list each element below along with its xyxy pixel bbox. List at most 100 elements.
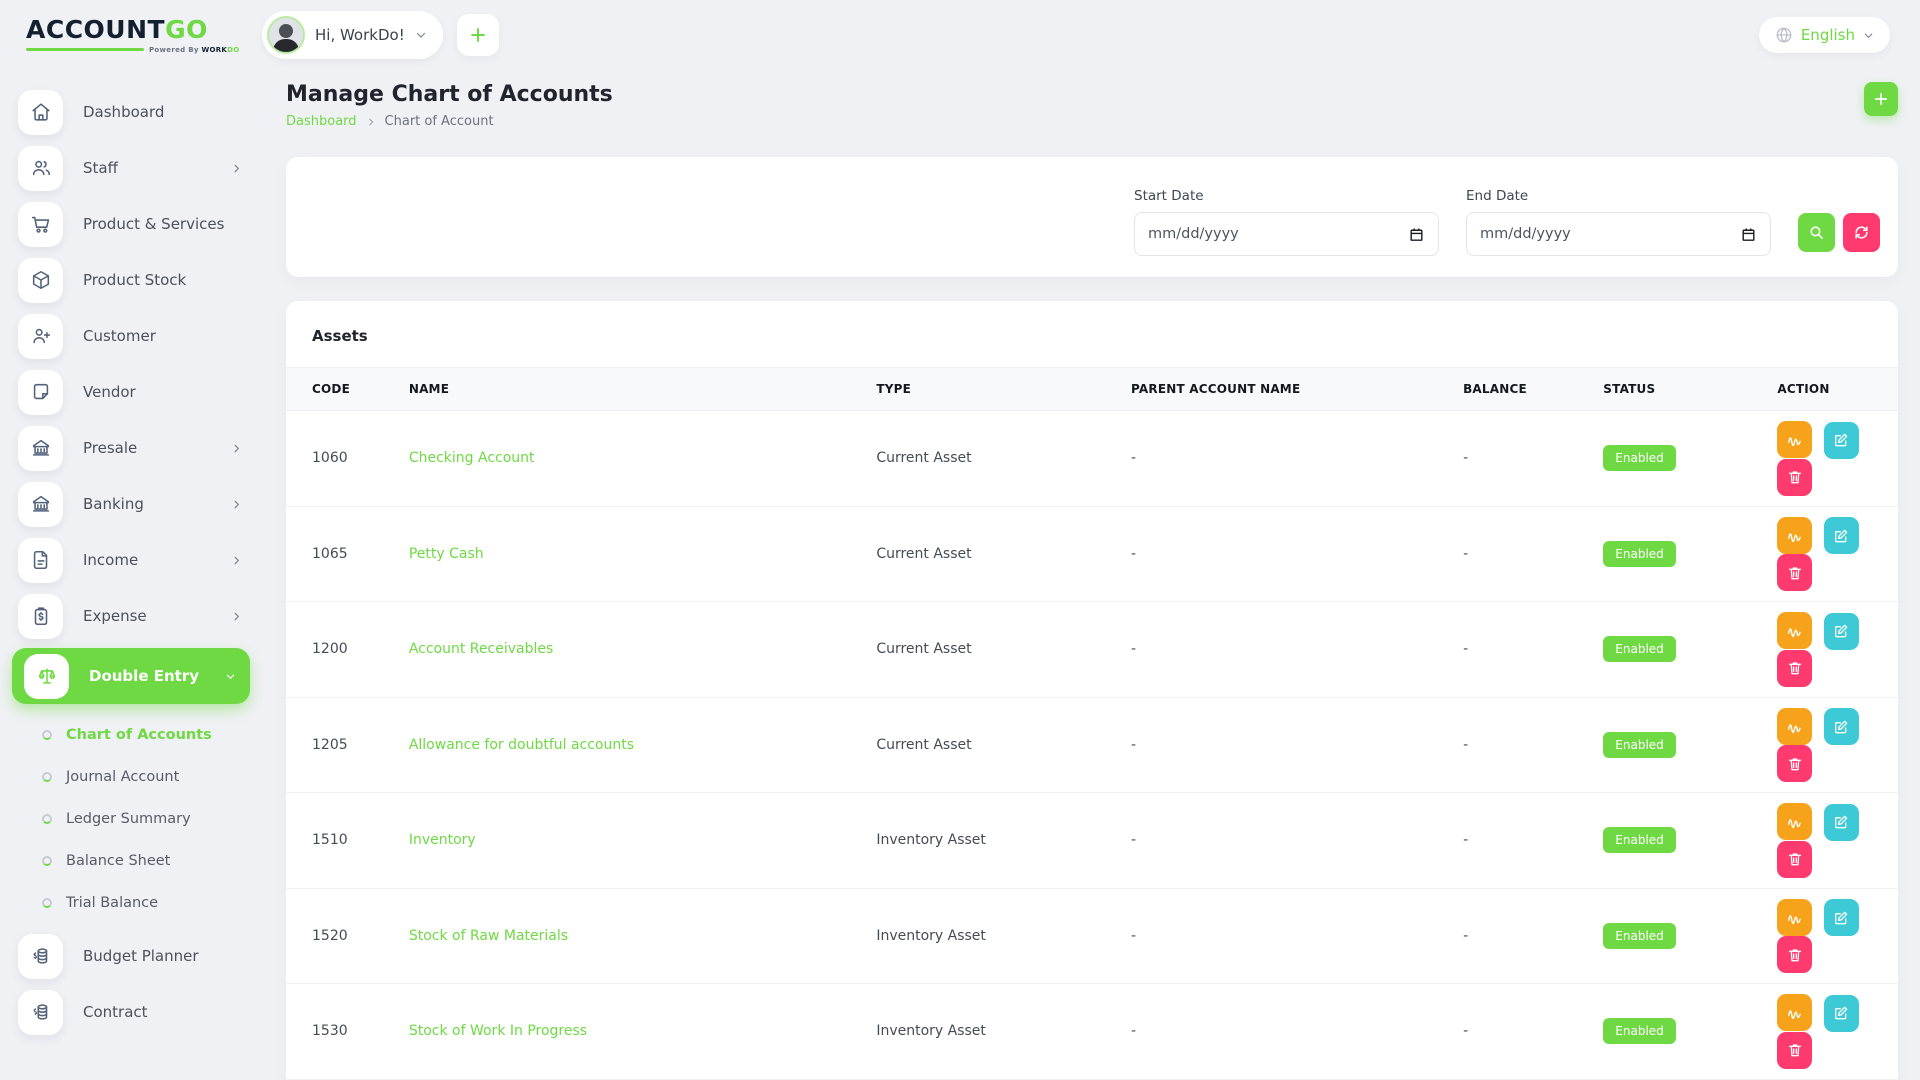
edit-button[interactable] [1824,613,1859,650]
bullet-ring-icon [42,814,52,824]
language-selector[interactable]: English [1759,17,1890,53]
accounts-table: CODE NAME TYPE PARENT ACCOUNT NAME BALAN… [286,367,1898,1080]
account-code: 1530 [286,984,399,1080]
sidebar-item-contract[interactable]: Contract [0,984,262,1040]
transactions-button[interactable] [1777,803,1812,840]
sidebar-item-customer[interactable]: Customer [0,308,262,364]
edit-button[interactable] [1824,995,1859,1032]
edit-button[interactable] [1824,422,1859,459]
reset-filter-button[interactable] [1843,213,1880,252]
account-name-link[interactable]: Petty Cash [409,546,484,562]
transactions-button[interactable] [1777,517,1812,554]
activity-icon [1786,718,1803,735]
edit-button[interactable] [1824,899,1859,936]
submenu-balance-sheet[interactable]: Balance Sheet [0,840,262,882]
search-icon [1808,224,1825,241]
account-name-link[interactable]: Inventory [409,832,476,848]
breadcrumb-dashboard-link[interactable]: Dashboard [286,114,357,129]
sidebar-item-budget-planner[interactable]: Budget Planner [0,928,262,984]
table-row: 1510 Inventory Inventory Asset - - Enabl… [286,793,1898,889]
delete-button[interactable] [1777,1032,1812,1069]
table-header-row: CODE NAME TYPE PARENT ACCOUNT NAME BALAN… [286,368,1898,411]
chevron-right-icon [231,163,242,174]
edit-button[interactable] [1824,804,1859,841]
refresh-icon [1853,224,1870,241]
delete-button[interactable] [1777,459,1812,496]
activity-icon [1786,1004,1803,1021]
col-parent: PARENT ACCOUNT NAME [1121,368,1453,411]
col-action: ACTION [1767,368,1898,411]
submenu-ledger-summary[interactable]: Ledger Summary [0,798,262,840]
activity-icon [1786,909,1803,926]
transactions-button[interactable] [1777,994,1812,1031]
start-date-input[interactable]: mm/dd/yyyy [1134,212,1439,256]
delete-button[interactable] [1777,745,1812,782]
account-name-link[interactable]: Allowance for doubtful accounts [409,737,634,753]
account-code: 1510 [286,793,399,889]
account-type: Current Asset [866,411,1121,507]
sidebar-item-income[interactable]: Income [0,532,262,588]
delete-button[interactable] [1777,841,1812,878]
sidebar-item-product-stock[interactable]: Product Stock [0,252,262,308]
sidebar-item-product-services[interactable]: Product & Services [0,196,262,252]
section-title: Assets [286,327,1898,367]
sidebar-item-banking[interactable]: Banking [0,476,262,532]
activity-icon [1786,813,1803,830]
account-name-link[interactable]: Stock of Raw Materials [409,928,568,944]
col-status: STATUS [1593,368,1767,411]
edit-button[interactable] [1824,708,1859,745]
col-type: TYPE [866,368,1121,411]
end-date-input[interactable]: mm/dd/yyyy [1466,212,1771,256]
transactions-button[interactable] [1777,612,1812,649]
table-row: 1065 Petty Cash Current Asset - - Enable… [286,506,1898,602]
account-name-link[interactable]: Account Receivables [409,641,553,657]
apply-filter-button[interactable] [1798,213,1835,252]
activity-icon [1786,431,1803,448]
logo-text: ACCOUNTGO [26,17,262,42]
sidebar-item-expense[interactable]: Expense [0,588,262,644]
sidebar: Dashboard Staff Product & Services Produ… [0,70,262,1080]
transactions-button[interactable] [1777,708,1812,745]
submenu-trial-balance[interactable]: Trial Balance [0,882,262,924]
logo-underline [26,48,144,51]
sidebar-item-vendor[interactable]: Vendor [0,364,262,420]
delete-button[interactable] [1777,650,1812,687]
app-logo[interactable]: ACCOUNTGO Powered By WORKDO [0,17,262,54]
account-balance: - [1453,697,1593,793]
sidebar-item-double-entry[interactable]: Double Entry [12,648,250,704]
edit-icon [1833,814,1849,830]
accounts-table-body: 1060 Checking Account Current Asset - - … [286,411,1898,1080]
account-balance: - [1453,411,1593,507]
create-account-button[interactable] [1864,82,1898,116]
delete-button[interactable] [1777,554,1812,591]
account-code: 1520 [286,888,399,984]
edit-button[interactable] [1824,517,1859,554]
account-type: Inventory Asset [866,793,1121,889]
sidebar-item-presale[interactable]: Presale [0,420,262,476]
account-balance: - [1453,602,1593,698]
status-badge: Enabled [1603,732,1676,758]
transactions-button[interactable] [1777,899,1812,936]
bank-icon [18,482,63,527]
quick-add-button[interactable] [457,14,499,56]
account-code: 1200 [286,602,399,698]
user-menu[interactable]: Hi, WorkDo! [262,11,443,59]
transactions-button[interactable] [1777,421,1812,458]
table-row: 1530 Stock of Work In Progress Inventory… [286,984,1898,1080]
account-code: 1060 [286,411,399,507]
account-name-link[interactable]: Checking Account [409,450,535,466]
bullet-ring-icon [42,898,52,908]
sidebar-item-dashboard[interactable]: Dashboard [0,84,262,140]
status-badge: Enabled [1603,541,1676,567]
activity-icon [1786,622,1803,639]
account-name-link[interactable]: Stock of Work In Progress [409,1023,587,1039]
chevron-down-icon [225,671,236,682]
submenu-journal-account[interactable]: Journal Account [0,756,262,798]
delete-button[interactable] [1777,936,1812,973]
edit-icon [1833,910,1849,926]
sidebar-item-staff[interactable]: Staff [0,140,262,196]
col-code: CODE [286,368,399,411]
bullet-ring-icon [42,772,52,782]
user-avatar [267,16,305,54]
submenu-chart-of-accounts[interactable]: Chart of Accounts [0,714,262,756]
